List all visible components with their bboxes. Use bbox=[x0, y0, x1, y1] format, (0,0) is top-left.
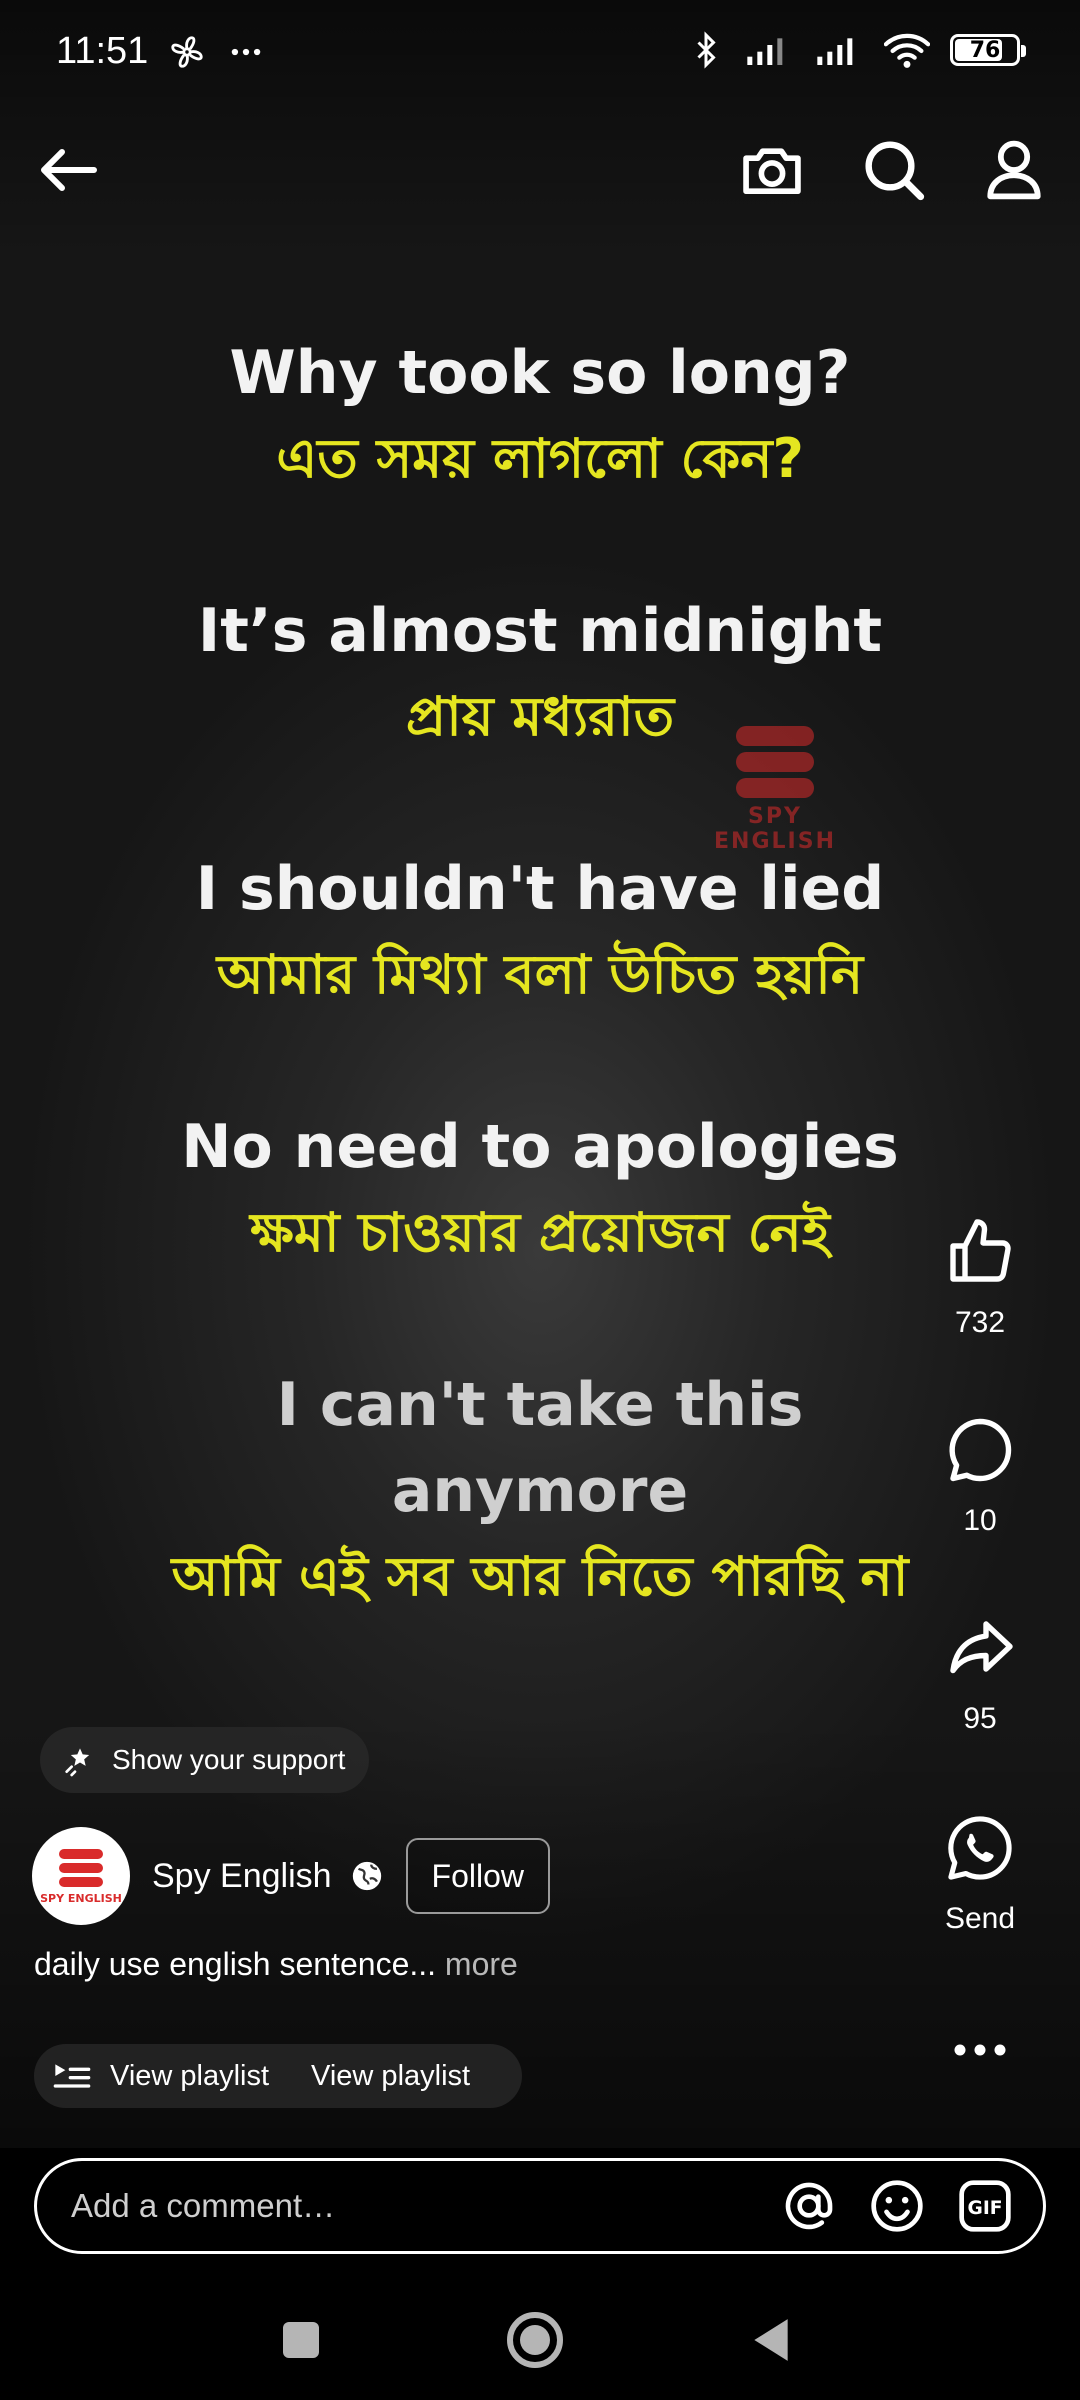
status-right-icons: 76 bbox=[688, 30, 1026, 70]
playlist-icon bbox=[53, 2064, 91, 2088]
caption-english: I can't take this anymore bbox=[276, 1370, 804, 1526]
caption-block: It’s almost midnight প্রায় মধ্যরাত bbox=[140, 588, 940, 760]
playlist-pill[interactable]: View playlist View playlist bbox=[34, 2044, 523, 2108]
comment-count: 10 bbox=[963, 1504, 997, 1537]
caption-bengali: আমি এই সব আর নিতে পারছি না bbox=[171, 1545, 909, 1608]
send-label: Send bbox=[944, 1902, 1016, 1935]
search-icon bbox=[865, 141, 925, 201]
more-options-icon bbox=[954, 2044, 1006, 2056]
emoji-button[interactable] bbox=[867, 2176, 927, 2236]
caption-english: Why took so long? bbox=[229, 338, 851, 408]
share-action[interactable]: 95 bbox=[910, 1612, 1050, 1736]
emoji-icon bbox=[871, 2180, 923, 2232]
mention-button[interactable] bbox=[779, 2176, 839, 2236]
back-button[interactable] bbox=[28, 130, 108, 210]
description-text: daily use english sentence... bbox=[34, 1946, 437, 1982]
video-description[interactable]: daily use english sentence... more bbox=[34, 1946, 518, 1983]
view-playlist-label-secondary[interactable]: View playlist bbox=[311, 2060, 470, 2093]
gif-icon: GIF bbox=[959, 2180, 1011, 2232]
back-nav-button[interactable] bbox=[736, 2310, 806, 2370]
caption-block: I shouldn't have lied আমার মিথ্যা বলা উচ… bbox=[140, 846, 940, 1018]
square-icon bbox=[283, 2322, 319, 2358]
caption-bengali: আমার মিথ্যা বলা উচিত হয়নি bbox=[216, 943, 864, 1006]
battery-level: 76 bbox=[969, 37, 1001, 63]
view-playlist-label[interactable]: View playlist bbox=[110, 2060, 269, 2093]
more-options-button[interactable] bbox=[910, 2020, 1050, 2084]
recent-apps-button[interactable] bbox=[266, 2310, 336, 2370]
home-circle-icon bbox=[507, 2312, 563, 2368]
more-dots-icon bbox=[232, 48, 261, 56]
gif-button[interactable]: GIF bbox=[955, 2176, 1015, 2236]
camera-icon bbox=[743, 148, 801, 195]
at-sign-icon bbox=[785, 2182, 833, 2230]
thumbs-up-icon bbox=[950, 1219, 1011, 1282]
share-arrow-icon bbox=[950, 1621, 1013, 1674]
signal-icon bbox=[747, 38, 783, 65]
comment-placeholder: Add a comment… bbox=[71, 2187, 336, 2224]
channel-row: SPY ENGLISH Spy English Follow bbox=[32, 1826, 551, 1926]
avatar[interactable]: SPY ENGLISH bbox=[32, 1827, 130, 1925]
status-left-icons bbox=[168, 30, 265, 71]
status-time: 11:51 bbox=[56, 30, 149, 72]
globe-icon bbox=[352, 1861, 381, 1891]
caption-bengali: প্রায় মধ্যরাত bbox=[405, 685, 675, 748]
caption-block: Why took so long? এত সময় লাগলো কেন? bbox=[140, 330, 940, 502]
camera-button[interactable] bbox=[732, 130, 812, 210]
sparkle-heart-icon bbox=[65, 1748, 90, 1777]
caption-english: It’s almost midnight bbox=[197, 596, 883, 666]
description-more-link[interactable]: more bbox=[445, 1946, 518, 1982]
comment-input[interactable]: Add a comment… GIF bbox=[34, 2158, 1046, 2254]
fan-icon bbox=[171, 36, 203, 68]
caption-block: No need to apologies ক্ষমা চাওয়ার প্রয়… bbox=[140, 1104, 940, 1276]
show-support-label: Show your support bbox=[112, 1744, 346, 1775]
video-captions: Why took so long? এত সময় লাগলো কেন? It’… bbox=[140, 330, 940, 1706]
caption-english: No need to apologies bbox=[181, 1112, 899, 1182]
gif-label: GIF bbox=[968, 2198, 1003, 2219]
like-action[interactable]: 732 bbox=[910, 1216, 1050, 1340]
comment-action[interactable]: 10 bbox=[910, 1414, 1050, 1538]
whatsapp-icon bbox=[948, 1816, 1012, 1880]
triangle-back-icon bbox=[754, 2319, 788, 2361]
search-button[interactable] bbox=[854, 130, 934, 210]
home-button[interactable] bbox=[500, 2310, 570, 2370]
bluetooth-icon bbox=[697, 31, 716, 69]
comment-bar: Add a comment… GIF bbox=[0, 2148, 1080, 2254]
profile-icon bbox=[987, 140, 1041, 200]
caption-bengali: ক্ষমা চাওয়ার প্রয়োজন নেই bbox=[250, 1201, 830, 1264]
battery-icon: 76 bbox=[950, 34, 1026, 66]
channel-name[interactable]: Spy English bbox=[152, 1857, 332, 1896]
follow-button[interactable]: Follow bbox=[405, 1838, 551, 1914]
wifi-icon bbox=[884, 33, 930, 68]
system-navigation-bar bbox=[0, 2270, 1080, 2400]
like-count: 732 bbox=[954, 1306, 1006, 1339]
avatar-logo-text: SPY ENGLISH bbox=[40, 1892, 122, 1905]
profile-button[interactable] bbox=[974, 130, 1054, 210]
caption-bengali: এত সময় লাগলো কেন? bbox=[276, 427, 804, 490]
signal-icon bbox=[817, 38, 853, 65]
caption-english: I shouldn't have lied bbox=[195, 854, 885, 924]
show-support-button[interactable]: Show your support bbox=[40, 1727, 370, 1793]
comment-bubble-icon bbox=[949, 1418, 1012, 1482]
status-bar: 11:51 76 bbox=[0, 0, 1080, 110]
caption-block: I can't take this anymore আমি এই সব আর ন… bbox=[140, 1362, 940, 1620]
share-count: 95 bbox=[963, 1702, 997, 1735]
top-navigation bbox=[0, 130, 1080, 210]
back-arrow-icon bbox=[41, 149, 97, 191]
send-whatsapp-action[interactable]: Send bbox=[910, 1812, 1050, 1936]
